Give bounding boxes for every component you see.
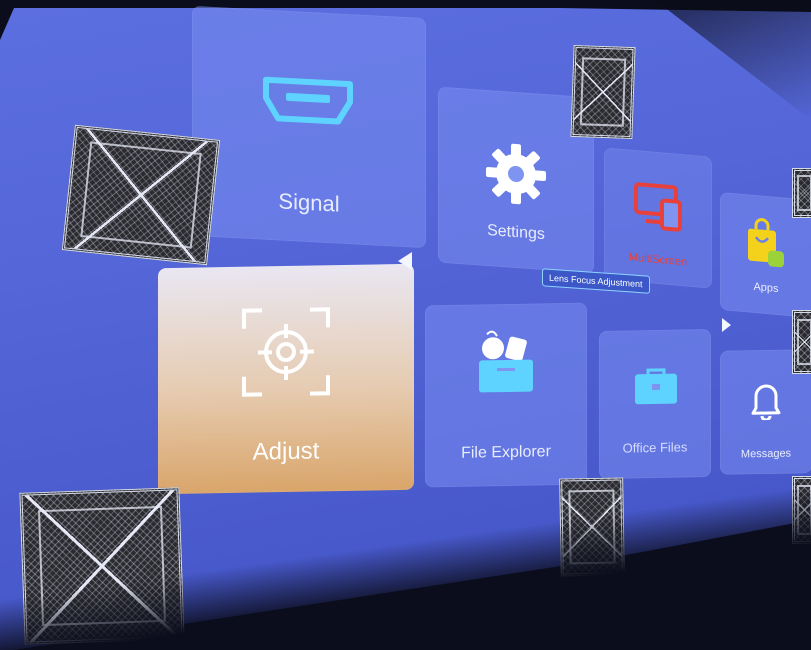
focus-target-icon <box>242 307 330 397</box>
bell-icon <box>751 384 781 421</box>
tile-file-explorer[interactable]: File Explorer <box>425 302 587 488</box>
keystone-target-icon <box>61 124 221 266</box>
shopping-bag-android-icon <box>748 218 784 268</box>
keystone-target-icon <box>792 168 811 218</box>
tile-label: Messages <box>740 447 792 461</box>
tile-multiscreen[interactable]: MultiScreen <box>604 147 712 289</box>
tile-label: Adjust <box>252 437 320 466</box>
folder-media-icon <box>479 330 533 393</box>
keystone-target-icon <box>792 310 811 374</box>
scroll-right-arrow-icon[interactable] <box>722 318 731 332</box>
floor-shadow <box>0 490 811 650</box>
tile-label: Settings <box>487 221 545 244</box>
tile-signal[interactable]: Signal <box>192 5 426 249</box>
tile-label: MultiScreen <box>628 251 688 269</box>
scroll-left-arrow-icon[interactable] <box>398 252 412 270</box>
tile-label: Signal <box>278 188 340 217</box>
gear-icon <box>486 143 546 205</box>
tile-office-files[interactable]: Office Files <box>599 329 711 479</box>
screen-mirror-icon <box>634 182 682 232</box>
tile-label: Office Files <box>622 439 688 456</box>
briefcase-icon <box>635 368 677 405</box>
tile-adjust[interactable]: Adjust <box>158 263 414 495</box>
hdmi-icon <box>263 76 353 125</box>
keystone-target-icon <box>570 44 636 140</box>
tile-label: Apps <box>753 280 779 296</box>
tile-label: File Explorer <box>461 443 551 462</box>
